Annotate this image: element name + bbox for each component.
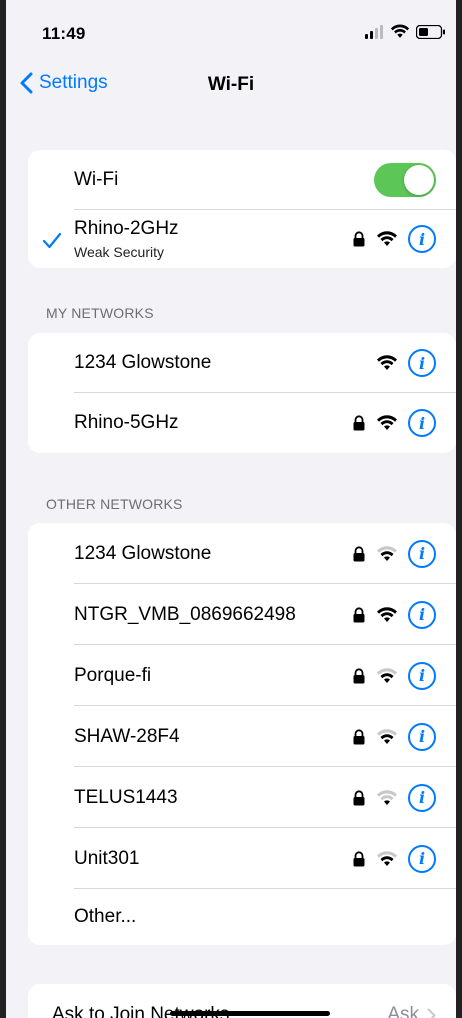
my-networks-card: 1234 Glowstone i Rhino-5GHz i — [28, 333, 456, 453]
lock-icon — [353, 789, 365, 805]
page-title: Wi-Fi — [207, 74, 255, 95]
lock-icon — [353, 231, 365, 247]
wifi-weak-icon — [377, 850, 397, 866]
status-bar: 11:49 — [6, 0, 456, 64]
lock-icon — [353, 667, 365, 683]
wifi-toggle[interactable] — [374, 163, 436, 197]
navigation-bar: Settings Wi-Fi — [6, 64, 456, 108]
chevron-right-icon — [427, 1008, 436, 1018]
info-icon[interactable]: i — [408, 722, 436, 751]
info-icon[interactable]: i — [408, 600, 436, 629]
network-row[interactable]: TELUS1443 i — [28, 767, 456, 828]
wifi-status-icon — [390, 24, 410, 38]
network-row[interactable]: Unit301 i — [28, 828, 456, 889]
network-indicators: i — [352, 783, 436, 812]
network-indicators: i — [376, 349, 436, 377]
wifi-weak-icon — [377, 667, 397, 683]
lock-icon — [353, 415, 365, 431]
signal-icon — [365, 24, 383, 39]
network-indicators: i — [352, 844, 436, 873]
network-indicators: i — [352, 539, 436, 568]
network-row[interactable]: Rhino-5GHz i — [28, 393, 456, 453]
network-name: TELUS1443 — [74, 786, 178, 808]
info-icon[interactable]: i — [408, 783, 436, 812]
wifi-toggle-row: Wi-Fi — [28, 150, 456, 210]
lock-icon — [353, 728, 365, 744]
other-network-row[interactable]: Other... — [28, 889, 456, 945]
network-name: 1234 Glowstone — [74, 542, 212, 564]
network-name: Porque-fi — [74, 664, 152, 686]
network-indicators: i — [352, 600, 436, 629]
other-networks-header: OTHER NETWORKS — [46, 496, 183, 512]
connected-network-security: Weak Security — [74, 244, 164, 260]
wifi-weak-icon — [377, 789, 397, 805]
info-icon[interactable]: i — [408, 409, 436, 437]
network-row[interactable]: SHAW-28F4 i — [28, 706, 456, 767]
network-indicators: i — [352, 409, 436, 437]
network-row[interactable]: 1234 Glowstone i — [28, 333, 456, 393]
network-name: 1234 Glowstone — [74, 352, 212, 373]
battery-icon — [416, 24, 445, 39]
wifi-weak-icon — [377, 545, 397, 561]
network-name: Rhino-5GHz — [74, 412, 179, 433]
toggle-knob — [404, 165, 434, 195]
network-indicators: i — [352, 722, 436, 751]
network-name: NTGR_VMB_0869662498 — [74, 603, 296, 625]
info-icon[interactable]: i — [408, 661, 436, 690]
connected-network-row[interactable]: Rhino-2GHz Weak Security i — [28, 210, 456, 268]
ask-to-join-value-group: Ask — [387, 1004, 436, 1018]
network-name: Unit301 — [74, 847, 140, 869]
lock-icon — [353, 850, 365, 866]
checkmark-icon — [42, 232, 62, 249]
network-row[interactable]: Porque-fi i — [28, 645, 456, 706]
wifi-weak-icon — [377, 728, 397, 744]
info-icon[interactable]: i — [408, 844, 436, 873]
lock-icon — [353, 606, 365, 622]
other-network-label: Other... — [74, 906, 137, 927]
network-indicators: i — [352, 661, 436, 690]
wifi-signal-icon — [377, 606, 397, 622]
phone-screen: 11:49 Settings Wi-Fi Wi-Fi Rhino-2GHz We… — [0, 0, 462, 1018]
my-networks-header: MY NETWORKS — [46, 305, 154, 321]
status-icons — [364, 24, 446, 39]
info-icon[interactable]: i — [408, 539, 436, 568]
wifi-card: Wi-Fi Rhino-2GHz Weak Security i — [28, 150, 456, 268]
network-row[interactable]: 1234 Glowstone i — [28, 523, 456, 584]
ask-to-join-value: Ask — [387, 1004, 419, 1018]
wifi-signal-icon — [377, 355, 397, 370]
network-indicators: i — [352, 225, 436, 253]
home-indicator — [170, 1011, 330, 1016]
status-time: 11:49 — [42, 24, 86, 43]
network-row[interactable]: NTGR_VMB_0869662498 i — [28, 584, 456, 645]
wifi-toggle-label: Wi-Fi — [74, 169, 119, 190]
wifi-signal-icon — [377, 415, 397, 430]
info-icon[interactable]: i — [408, 225, 436, 253]
wifi-signal-icon — [377, 231, 397, 246]
other-networks-card: 1234 Glowstone i NTGR_VMB_0869662498 i P… — [28, 523, 456, 945]
network-name: SHAW-28F4 — [74, 725, 180, 747]
info-icon[interactable]: i — [408, 349, 436, 377]
lock-icon — [353, 545, 365, 561]
connected-network-name: Rhino-2GHz — [74, 218, 179, 239]
